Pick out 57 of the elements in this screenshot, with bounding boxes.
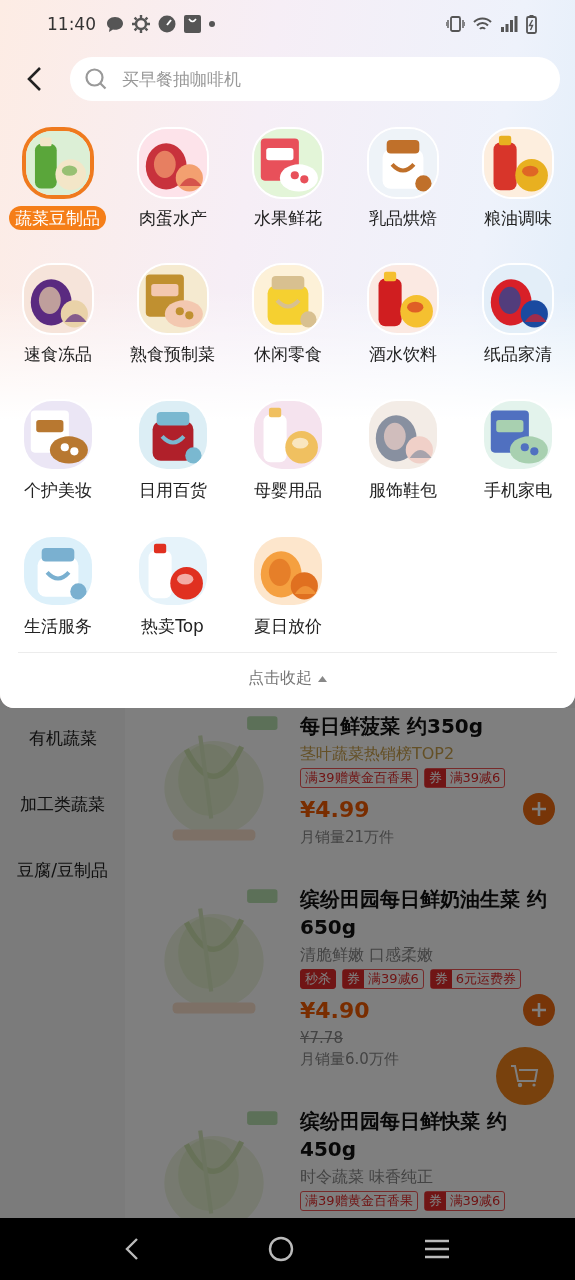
gear-icon xyxy=(132,15,150,33)
original-price: ¥7.78 xyxy=(300,1029,344,1047)
collapse-button[interactable]: 点击收起 xyxy=(248,668,327,689)
category-item[interactable]: 粮油调味 xyxy=(460,127,575,230)
product-title: 每日鲜菠菜 约350g xyxy=(300,713,485,740)
sidebar-item[interactable]: 加工类蔬菜 xyxy=(0,790,125,818)
category-item[interactable]: 熟食预制菜 xyxy=(115,263,230,366)
product-price: ¥4.90 xyxy=(300,997,370,1023)
coupon-tag: 券 满39减6 xyxy=(423,768,506,788)
coupon-tag: 券 满39减6 xyxy=(342,969,424,989)
product-subtitle: 清脆鲜嫩 口感柔嫩 xyxy=(300,944,435,966)
category-item[interactable]: 生活服务 xyxy=(0,535,115,638)
plus-icon xyxy=(530,800,548,818)
category-item[interactable]: 酒水饮料 xyxy=(345,263,460,366)
category-item[interactable]: 母婴用品 xyxy=(230,399,345,502)
search-input[interactable]: 买早餐抽咖啡机 xyxy=(122,69,546,89)
status-time: 11:40 xyxy=(47,14,96,34)
category-item[interactable]: 手机家电 xyxy=(460,399,575,502)
sidebar-item[interactable]: 有机蔬菜 xyxy=(0,724,125,752)
category-item[interactable]: 日用百货 xyxy=(115,399,230,502)
product-subtitle: 时令蔬菜 味香纯正 xyxy=(300,1166,435,1188)
wifi-icon xyxy=(473,16,492,32)
signal-icon xyxy=(500,16,518,32)
category-item[interactable]: 纸品家清 xyxy=(460,263,575,366)
category-item[interactable]: 休闲零食 xyxy=(230,263,345,366)
promo-tag: 满39赠黄金百香果 xyxy=(300,768,418,788)
product-subtitle: 茎叶蔬菜热销榜TOP2 xyxy=(300,743,456,765)
gauge-icon xyxy=(158,15,176,33)
battery-icon xyxy=(526,14,537,34)
category-item[interactable]: 乳品烘焙 xyxy=(345,127,460,230)
product-title: 缤纷田园每日鲜快菜 约450g xyxy=(300,1108,508,1163)
bag-icon xyxy=(184,15,201,33)
back-button[interactable] xyxy=(124,1237,139,1261)
plus-icon xyxy=(530,1001,548,1019)
vibrate-icon xyxy=(446,16,465,32)
flash-sale-tag: 秒杀 xyxy=(300,969,336,989)
coupon-tag: 券 满39减6 xyxy=(423,1191,506,1211)
product-price: ¥4.99 xyxy=(300,796,370,822)
search-field[interactable]: 买早餐抽咖啡机 xyxy=(70,57,560,101)
dot-icon xyxy=(209,21,215,27)
category-item[interactable]: 服饰鞋包 xyxy=(345,399,460,502)
coupon-tag: 券 6元运费券 xyxy=(429,969,522,989)
home-button[interactable] xyxy=(268,1236,295,1262)
category-item[interactable]: 速食冻品 xyxy=(0,263,115,366)
sidebar-item[interactable]: 豆腐/豆制品 xyxy=(0,856,125,884)
category-item[interactable]: 水果鲜花 xyxy=(230,127,345,230)
caret-up-icon xyxy=(318,675,327,682)
category-item[interactable]: 夏日放价 xyxy=(230,535,345,638)
category-item[interactable]: 肉蛋水产 xyxy=(115,127,230,230)
promo-tag: 满39赠黄金百香果 xyxy=(300,1191,418,1211)
cart-icon xyxy=(510,1063,540,1089)
search-icon xyxy=(84,67,108,91)
category-item[interactable]: 热卖Top xyxy=(115,535,230,638)
chat-icon xyxy=(106,15,124,33)
product-title: 缤纷田园每日鲜奶油生菜 约650g xyxy=(300,886,548,941)
menu-button[interactable] xyxy=(424,1238,451,1260)
category-item[interactable]: 个护美妆 xyxy=(0,399,115,502)
